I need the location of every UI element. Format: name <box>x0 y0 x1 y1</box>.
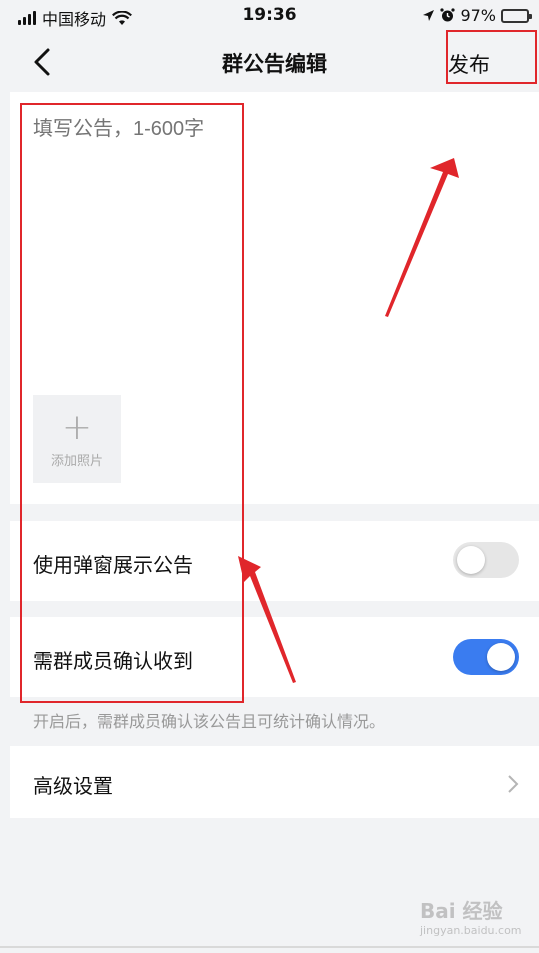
annotation-arrow-up <box>385 158 459 317</box>
annotation-arrows <box>238 158 459 683</box>
annotation-arrow-down <box>238 556 296 683</box>
